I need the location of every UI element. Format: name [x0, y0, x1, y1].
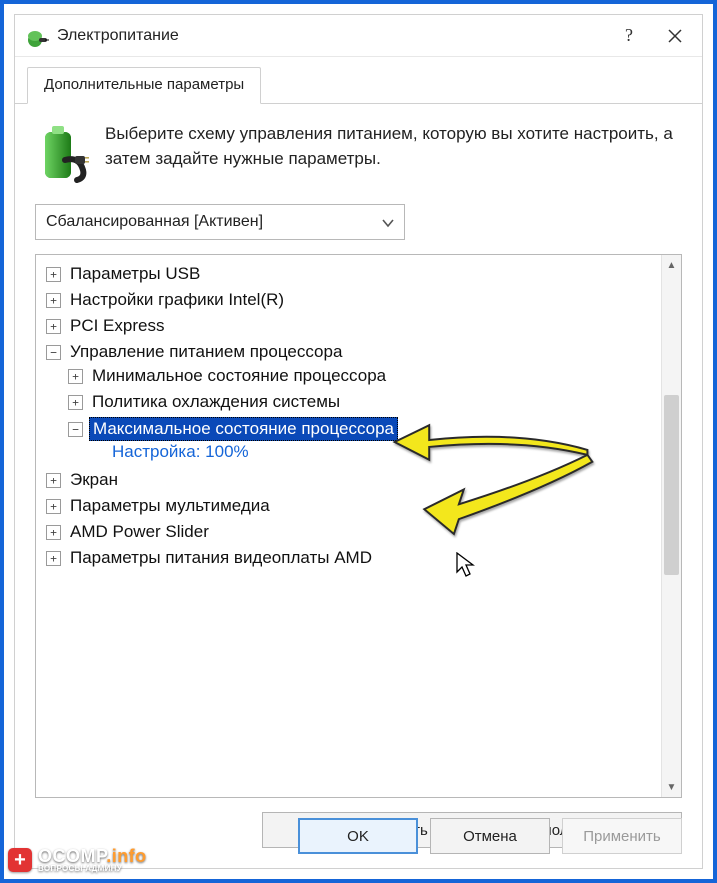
cancel-button[interactable]: Отмена	[430, 818, 550, 854]
tree-setting-row[interactable]: Настройка: 100%	[112, 441, 657, 463]
power-plan-dropdown[interactable]: Сбалансированная [Активен]	[35, 204, 405, 240]
tree-label[interactable]: Экран	[67, 469, 121, 491]
expand-toggle[interactable]	[46, 551, 61, 566]
expand-toggle[interactable]	[68, 369, 83, 384]
tree-item: Экран	[46, 467, 657, 493]
tree-label[interactable]: Настройки графики Intel(R)	[67, 289, 287, 311]
expand-toggle[interactable]	[46, 473, 61, 488]
expand-toggle[interactable]	[46, 525, 61, 540]
dialog-button-row: OK Отмена Применить	[298, 818, 682, 854]
tree-item: Максимальное состояние процессора Настро…	[68, 415, 657, 465]
power-options-dialog: Электропитание ? Дополнительные параметр…	[14, 14, 703, 869]
tabstrip: Дополнительные параметры	[15, 57, 702, 104]
settings-tree[interactable]: Параметры USB Настройки графики Intel(R)…	[36, 255, 661, 797]
tab-advanced-settings[interactable]: Дополнительные параметры	[27, 67, 261, 104]
expand-toggle[interactable]	[46, 319, 61, 334]
battery-plug-icon	[35, 126, 89, 186]
power-plan-selected: Сбалансированная [Активен]	[46, 213, 263, 231]
intro-row: Выберите схему управления питанием, кото…	[35, 122, 682, 186]
tree-label[interactable]: Управление питанием процессора	[67, 341, 345, 363]
titlebar: Электропитание ?	[15, 15, 702, 57]
tree-item: AMD Power Slider	[46, 519, 657, 545]
help-button[interactable]: ?	[606, 19, 652, 53]
tree-label[interactable]: Параметры питания видеоплаты AMD	[67, 547, 375, 569]
tree-label[interactable]: AMD Power Slider	[67, 521, 212, 543]
tree-item: Настройки графики Intel(R)	[46, 287, 657, 313]
tree-item: Управление питанием процессора Минимальн…	[46, 339, 657, 467]
tree-label[interactable]: Параметры USB	[67, 263, 203, 285]
collapse-toggle[interactable]	[46, 345, 61, 360]
setting-label: Настройка:	[112, 442, 200, 461]
tree-item: Параметры мультимедиа	[46, 493, 657, 519]
tree-item: Политика охлаждения системы	[68, 389, 657, 415]
tree-label[interactable]: Политика охлаждения системы	[89, 391, 343, 413]
power-icon	[25, 24, 49, 48]
tree-item: Минимальное состояние процессора	[68, 363, 657, 389]
window-title: Электропитание	[57, 27, 606, 45]
apply-button: Применить	[562, 818, 682, 854]
tree-item: Параметры питания видеоплаты AMD	[46, 545, 657, 571]
scroll-thumb[interactable]	[664, 395, 679, 575]
ok-button[interactable]: OK	[298, 818, 418, 854]
tree-label[interactable]: Параметры мультимедиа	[67, 495, 273, 517]
collapse-toggle[interactable]	[68, 422, 83, 437]
scroll-up-arrow-icon[interactable]: ▲	[662, 255, 681, 275]
expand-toggle[interactable]	[68, 395, 83, 410]
tree-label[interactable]: Минимальное состояние процессора	[89, 365, 389, 387]
tree-label-selected[interactable]: Максимальное состояние процессора	[89, 417, 398, 441]
close-button[interactable]	[652, 19, 698, 53]
intro-text: Выберите схему управления питанием, кото…	[105, 122, 682, 186]
tree-label[interactable]: PCI Express	[67, 315, 167, 337]
settings-tree-container: Параметры USB Настройки графики Intel(R)…	[35, 254, 682, 798]
expand-toggle[interactable]	[46, 293, 61, 308]
tree-item: PCI Express	[46, 313, 657, 339]
scroll-track[interactable]	[662, 275, 681, 777]
expand-toggle[interactable]	[46, 267, 61, 282]
chevron-down-icon	[382, 216, 394, 228]
expand-toggle[interactable]	[46, 499, 61, 514]
tree-item: Параметры USB	[46, 261, 657, 287]
setting-value: 100%	[205, 442, 248, 461]
tab-content: Выберите схему управления питанием, кото…	[15, 104, 702, 868]
screenshot-frame: Электропитание ? Дополнительные параметр…	[0, 0, 717, 883]
scroll-down-arrow-icon[interactable]: ▼	[662, 777, 681, 797]
vertical-scrollbar[interactable]: ▲ ▼	[661, 255, 681, 797]
